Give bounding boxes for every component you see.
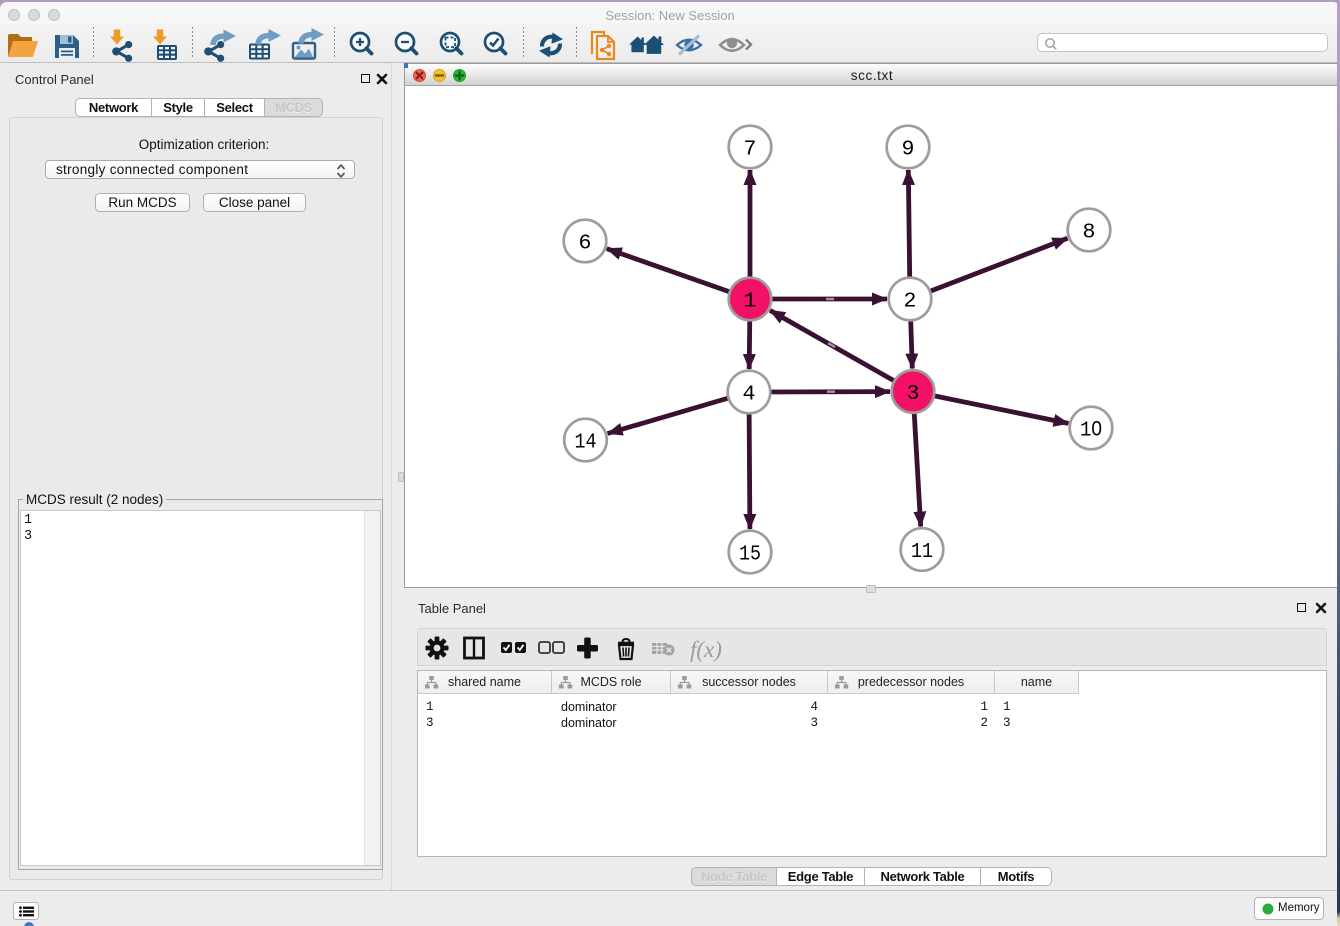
- svg-text:3: 3: [907, 382, 920, 406]
- svg-text:14: 14: [575, 431, 597, 455]
- svg-text:1: 1: [744, 290, 757, 314]
- svg-text:f(x): f(x): [690, 637, 722, 662]
- svg-text:10: 10: [1080, 417, 1102, 443]
- svg-text:8: 8: [1083, 221, 1096, 245]
- svg-text:7: 7: [744, 138, 757, 162]
- svg-text:4: 4: [743, 383, 756, 407]
- svg-text:11: 11: [911, 540, 933, 564]
- svg-text:6: 6: [579, 232, 592, 256]
- svg-text:15: 15: [739, 543, 761, 567]
- svg-text:9: 9: [902, 138, 915, 162]
- svg-text:2: 2: [904, 290, 917, 314]
